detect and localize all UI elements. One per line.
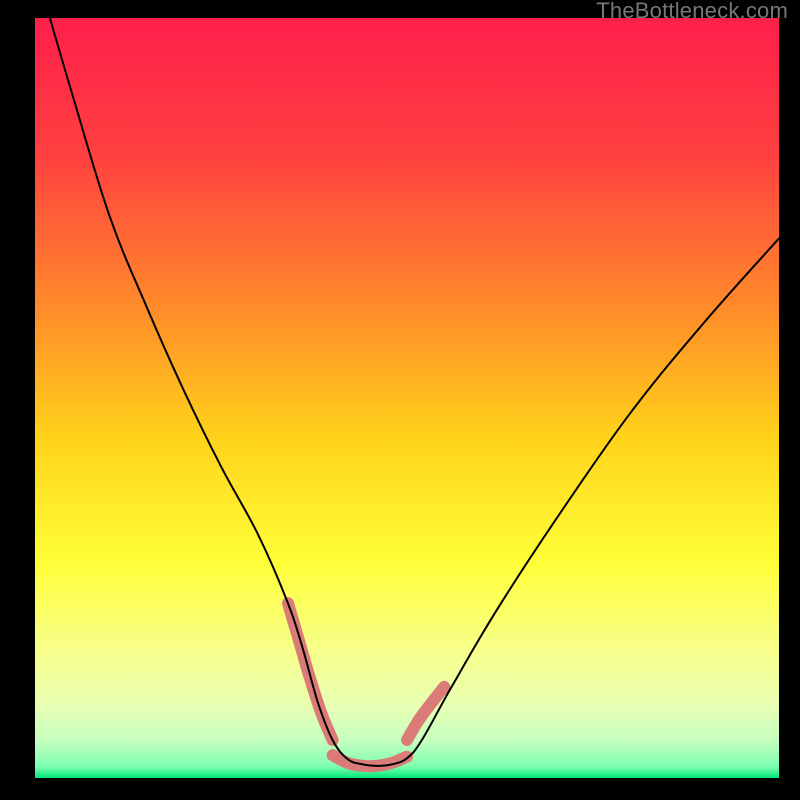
chart-canvas <box>35 18 779 778</box>
watermark-text: TheBottleneck.com <box>596 0 788 24</box>
chart-frame: TheBottleneck.com <box>0 0 800 800</box>
plot-area <box>35 18 779 778</box>
gradient-background <box>35 18 779 778</box>
